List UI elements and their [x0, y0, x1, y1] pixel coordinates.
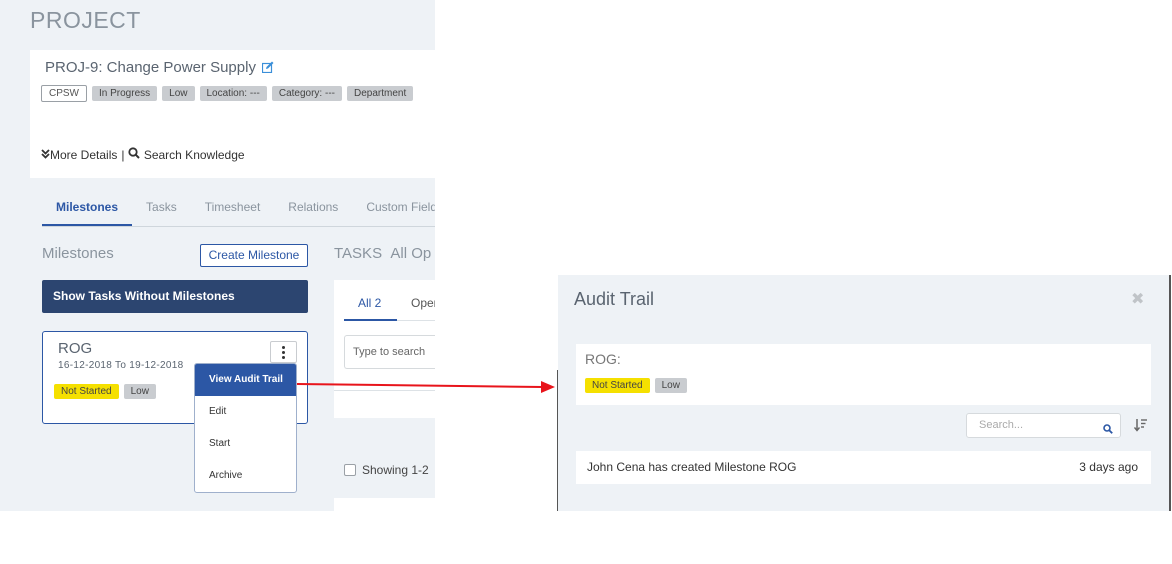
audit-entry: John Cena has created Milestone ROG 3 da… [576, 451, 1151, 484]
close-icon[interactable]: ✖ [1131, 289, 1144, 309]
audit-milestone-card: ROG: Not Started Low [576, 344, 1151, 405]
search-icon[interactable] [1103, 420, 1113, 443]
sort-icon[interactable] [1133, 418, 1148, 437]
audit-status-badge: Not Started [585, 378, 650, 393]
modal-border [557, 370, 558, 511]
modal-border [1169, 275, 1171, 511]
audit-milestone-tags: Not Started Low [585, 378, 692, 393]
audit-trail-title: Audit Trail [574, 289, 655, 309]
audit-milestone-name: ROG: [585, 351, 621, 367]
audit-entry-time: 3 days ago [1079, 460, 1138, 474]
audit-entry-text: John Cena has created Milestone ROG [587, 460, 797, 474]
audit-search-input[interactable]: Search... [966, 413, 1121, 438]
audit-search-placeholder: Search... [979, 419, 1024, 431]
audit-priority-badge: Low [654, 378, 687, 393]
audit-trail-modal: Audit Trail ✖ ROG: Not Started Low Search… [558, 275, 1169, 511]
